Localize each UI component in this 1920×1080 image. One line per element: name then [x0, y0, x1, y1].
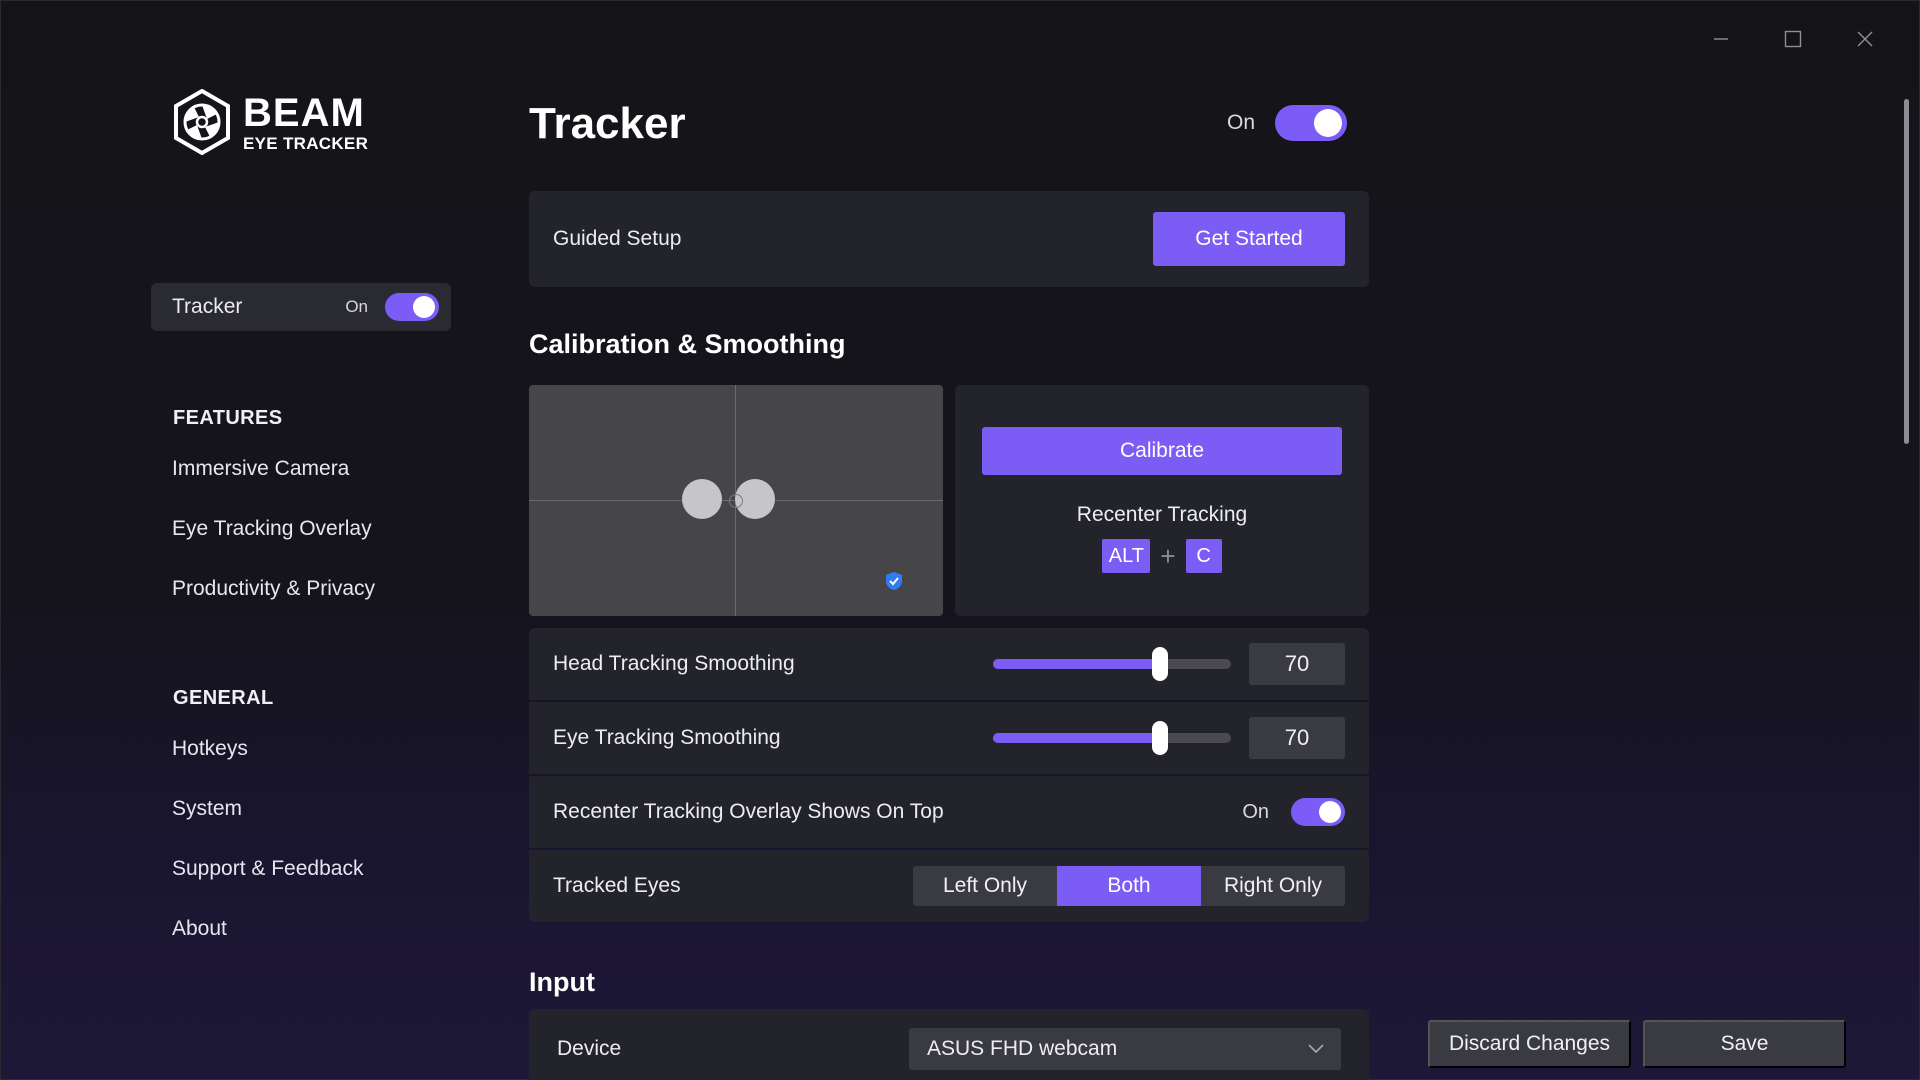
- center-marker: [729, 494, 743, 508]
- sidebar-item-tracker[interactable]: Tracker On: [151, 283, 451, 331]
- minimize-icon[interactable]: [1685, 19, 1757, 59]
- calibration-heading: Calibration & Smoothing: [529, 329, 846, 359]
- device-dropdown[interactable]: ASUS FHD webcam: [909, 1028, 1341, 1070]
- hotkey-key: C: [1185, 539, 1222, 573]
- slider-fill: [993, 733, 1160, 743]
- calibrate-button[interactable]: Calibrate: [982, 427, 1342, 475]
- close-icon[interactable]: [1829, 19, 1901, 59]
- head-smoothing-value[interactable]: 70: [1249, 643, 1345, 685]
- device-dropdown-value: ASUS FHD webcam: [927, 1037, 1118, 1060]
- sidebar-item-hotkeys[interactable]: Hotkeys: [172, 737, 248, 761]
- maximize-icon[interactable]: [1757, 19, 1829, 59]
- overlay-on-top-toggle[interactable]: [1291, 798, 1345, 826]
- device-card: Device ASUS FHD webcam: [529, 1009, 1369, 1080]
- get-started-button[interactable]: Get Started: [1153, 212, 1345, 266]
- eye-smoothing-slider[interactable]: [993, 721, 1231, 755]
- sidebar-item-support-feedback[interactable]: Support & Feedback: [172, 857, 363, 881]
- sidebar-item-productivity-privacy[interactable]: Productivity & Privacy: [172, 577, 375, 601]
- tracked-eyes-row: Tracked Eyes Left Only Both Right Only: [529, 850, 1369, 922]
- chevron-down-icon: [1308, 1044, 1324, 1054]
- slider-fill: [993, 659, 1160, 669]
- guided-setup-card: Guided Setup Get Started: [529, 191, 1369, 287]
- recenter-tracking-label: Recenter Tracking: [1076, 503, 1248, 526]
- recenter-hotkey: ALT + C: [1102, 539, 1222, 573]
- hotkey-plus: +: [1160, 540, 1176, 571]
- tracked-eyes-both[interactable]: Both: [1057, 866, 1201, 906]
- scrollbar-thumb[interactable]: [1904, 99, 1909, 444]
- sidebar-item-immersive-camera[interactable]: Immersive Camera: [172, 457, 349, 481]
- sidebar-item-eye-tracking-overlay[interactable]: Eye Tracking Overlay: [172, 517, 372, 541]
- features-heading: FEATURES: [173, 407, 283, 429]
- overlay-on-top-label: Recenter Tracking Overlay Shows On Top: [553, 800, 944, 823]
- settings-list: Head Tracking Smoothing 70 Eye Tracking …: [529, 628, 1369, 922]
- head-smoothing-label: Head Tracking Smoothing: [553, 652, 795, 675]
- left-eye-marker: [682, 479, 722, 519]
- slider-thumb[interactable]: [1151, 721, 1168, 755]
- save-button[interactable]: Save: [1643, 1020, 1846, 1068]
- head-smoothing-slider[interactable]: [993, 647, 1231, 681]
- discard-changes-button[interactable]: Discard Changes: [1428, 1020, 1631, 1068]
- tracked-eyes-right-only[interactable]: Right Only: [1201, 866, 1345, 906]
- eye-smoothing-label: Eye Tracking Smoothing: [553, 726, 781, 749]
- input-heading: Input: [529, 967, 595, 997]
- sidebar-item-label: Tracker: [172, 295, 243, 318]
- sidebar-item-about[interactable]: About: [172, 917, 227, 941]
- camera-preview: [529, 385, 943, 616]
- window-controls: [1685, 19, 1901, 59]
- shield-check-icon: [886, 572, 902, 590]
- logo-subtitle: EYE TRACKER: [243, 133, 369, 153]
- logo-name: BEAM: [243, 90, 365, 135]
- app-logo: BEAM EYE TRACKER: [173, 89, 368, 155]
- app-window: BEAM EYE TRACKER Tracker On FEATURES Imm…: [0, 0, 1920, 1080]
- beam-logo-icon: [174, 89, 230, 155]
- tracker-master-toggle[interactable]: [1275, 105, 1348, 141]
- slider-thumb[interactable]: [1151, 647, 1168, 681]
- sidebar-item-system[interactable]: System: [172, 797, 242, 821]
- scrollbar[interactable]: [1904, 99, 1909, 1079]
- head-smoothing-row: Head Tracking Smoothing 70: [529, 628, 1369, 700]
- overlay-on-top-row: Recenter Tracking Overlay Shows On Top O…: [529, 776, 1369, 848]
- eye-smoothing-row: Eye Tracking Smoothing 70: [529, 702, 1369, 774]
- hotkey-modifier: ALT: [1102, 539, 1151, 573]
- calibration-card: Calibrate Recenter Tracking ALT + C: [955, 385, 1369, 616]
- overlay-on-top-state: On: [1242, 800, 1269, 823]
- tracked-eyes-selector: Left Only Both Right Only: [913, 866, 1345, 906]
- tracker-master-state: On: [1227, 111, 1256, 134]
- tracker-master-toggle-group: On: [1227, 105, 1348, 141]
- tracked-eyes-left-only[interactable]: Left Only: [913, 866, 1057, 906]
- eye-smoothing-value[interactable]: 70: [1249, 717, 1345, 759]
- sidebar-tracker-toggle[interactable]: [385, 293, 439, 321]
- page-title: Tracker: [529, 99, 686, 148]
- guided-setup-label: Guided Setup: [553, 227, 682, 250]
- sidebar-tracker-state: On: [345, 297, 368, 316]
- tracked-eyes-label: Tracked Eyes: [553, 874, 681, 897]
- general-heading: GENERAL: [173, 687, 274, 709]
- device-label: Device: [557, 1037, 622, 1060]
